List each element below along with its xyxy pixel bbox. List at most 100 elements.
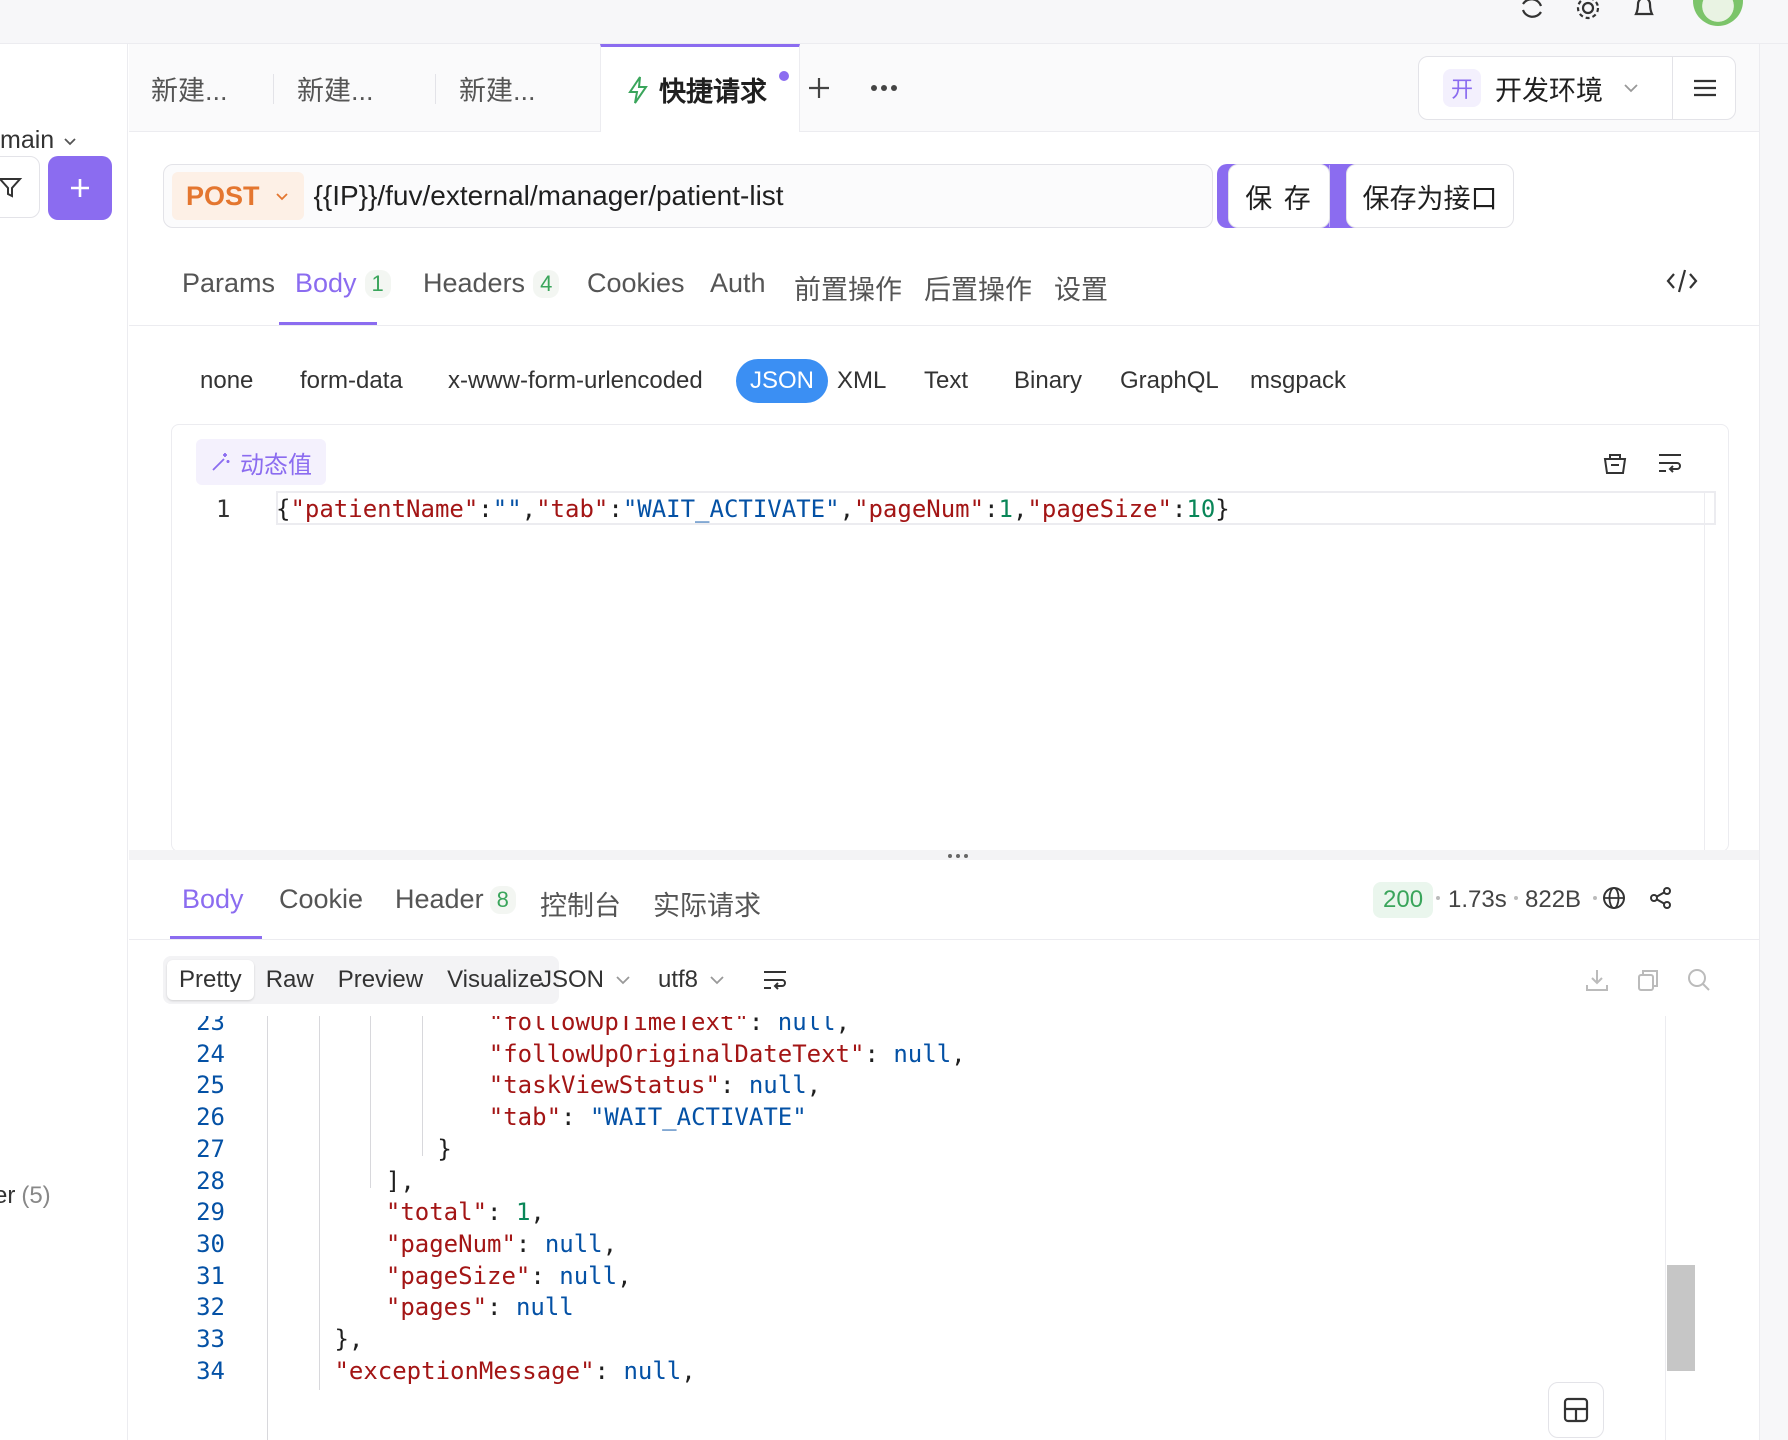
panel-splitter[interactable] <box>129 850 1759 860</box>
code-line: 29 "total": 1, <box>163 1198 1663 1234</box>
copy-button[interactable] <box>1635 956 1661 1004</box>
code-token: : <box>487 1293 516 1322</box>
encoding-select[interactable]: utf8 <box>658 956 726 1004</box>
filter-icon <box>0 178 23 198</box>
code-token: , <box>951 1039 966 1068</box>
tab-console[interactable]: 控制台 <box>540 884 621 923</box>
tab-cookies[interactable]: Cookies <box>587 268 685 299</box>
filter-button[interactable] <box>0 156 40 218</box>
avatar[interactable] <box>1693 0 1743 26</box>
json-body-code[interactable]: {"patientName":"","tab":"WAIT_ACTIVATE",… <box>276 495 1230 523</box>
tab-quick-request[interactable]: 快捷请求 <box>600 44 800 132</box>
tab-response-cookie[interactable]: Cookie <box>279 884 363 915</box>
save-button[interactable]: 保 存 <box>1228 164 1330 228</box>
tab-new-2[interactable]: 新建... <box>297 44 374 132</box>
body-type-urlencoded[interactable]: x-www-form-urlencoded <box>448 359 703 403</box>
code-token: null <box>559 1261 618 1290</box>
response-wrap-button[interactable] <box>761 956 789 1004</box>
code-snippet-button[interactable] <box>1665 266 1699 296</box>
method-select[interactable]: POST <box>172 172 304 220</box>
code-token: "WAIT_ACTIVATE" <box>622 495 840 523</box>
branch-selector[interactable]: main <box>0 126 78 155</box>
code-token: , <box>521 495 537 523</box>
sync-icon[interactable] <box>1512 0 1552 24</box>
tab-response-header[interactable]: Header 8 <box>395 884 516 915</box>
tab-label: Body <box>295 268 357 298</box>
code-token: } <box>1215 495 1230 523</box>
body-type-none[interactable]: none <box>200 359 253 403</box>
beautify-button[interactable] <box>1600 449 1630 482</box>
layout-toggle-button[interactable] <box>1548 1382 1604 1438</box>
code-token: "tab" <box>536 495 609 523</box>
code-token: : <box>748 1016 778 1036</box>
code-text: "followUpOriginalDateText": null, <box>489 1040 966 1068</box>
search-button[interactable] <box>1686 956 1712 1004</box>
body-type-binary[interactable]: Binary <box>1014 359 1082 403</box>
code-line: 25 "taskViewStatus": null, <box>163 1071 1663 1107</box>
network-info-button[interactable] <box>1600 884 1628 917</box>
separator-dot <box>1593 896 1597 900</box>
code-text: "exceptionMessage": null, <box>334 1357 695 1385</box>
tab-actual-request[interactable]: 实际请求 <box>653 884 761 923</box>
status-badge: 200 <box>1373 882 1434 918</box>
environment-selector[interactable]: 开 开发环境 <box>1418 56 1736 120</box>
tab-headers[interactable]: Headers 4 <box>423 268 560 299</box>
share-button[interactable] <box>1647 884 1675 917</box>
url-input[interactable]: {{IP}}/fuv/external/manager/patient-list <box>314 180 784 212</box>
view-preview[interactable]: Preview <box>326 960 435 1000</box>
code-token: null <box>623 1356 682 1385</box>
separator-dot <box>1514 896 1518 900</box>
body-type-msgpack[interactable]: msgpack <box>1250 359 1346 403</box>
body-type-graphql[interactable]: GraphQL <box>1120 359 1219 403</box>
tab-settings[interactable]: 设置 <box>1054 268 1108 307</box>
code-line: 34 "exceptionMessage": null, <box>163 1357 1663 1393</box>
add-button[interactable] <box>48 156 112 220</box>
main-panel: 新建... 新建... 新建... 快捷请求 开 开发环境 POST {{IP}… <box>129 44 1759 1440</box>
line-number: 24 <box>196 1039 225 1068</box>
folder-item[interactable]: er (5) <box>0 1182 51 1210</box>
wrap-button[interactable] <box>1656 451 1684 480</box>
body-type-json[interactable]: JSON <box>736 359 829 403</box>
line-number: 30 <box>196 1229 225 1258</box>
response-body-viewer[interactable]: 23 "followUpTimeText": null, 24 "followUpOr… <box>163 1016 1723 1440</box>
response-view-segment: Pretty Raw Preview Visualize <box>163 956 559 1004</box>
body-type-text[interactable]: Text <box>924 359 968 403</box>
line-number: 28 <box>196 1166 225 1195</box>
tab-pre-operations[interactable]: 前置操作 <box>794 268 902 307</box>
dynamic-value-button[interactable]: 动态值 <box>196 439 326 485</box>
body-type-xml[interactable]: XML <box>837 359 886 403</box>
tab-label: 前置操作 <box>794 275 902 305</box>
code-token: "patientName" <box>290 495 479 523</box>
code-token: "WAIT_ACTIVATE" <box>589 1103 807 1132</box>
response-scrollbar-thumb[interactable] <box>1667 1265 1695 1371</box>
code-token: "pageNum" <box>385 1229 516 1258</box>
tab-response-body[interactable]: Body <box>182 884 244 915</box>
tab-label: Headers <box>423 268 526 298</box>
view-raw[interactable]: Raw <box>254 960 326 1000</box>
env-menu-button[interactable] <box>1673 57 1737 119</box>
code-token: : <box>1171 495 1187 523</box>
tab-params[interactable]: Params <box>182 268 275 299</box>
body-type-form-data[interactable]: form-data <box>300 359 403 403</box>
request-body-editor[interactable]: 动态值 1 {"patientName":"","tab":"WAIT_ACTI… <box>171 424 1729 852</box>
code-token: "" <box>492 495 522 523</box>
view-visualize[interactable]: Visualize <box>435 960 555 1000</box>
tab-auth[interactable]: Auth <box>710 268 766 299</box>
tab-new-1[interactable]: 新建... <box>151 44 228 132</box>
format-select[interactable]: JSON <box>540 956 632 1004</box>
code-icon <box>1666 269 1698 293</box>
view-pretty[interactable]: Pretty <box>167 960 254 1000</box>
download-button[interactable] <box>1584 956 1610 1004</box>
new-tab-button[interactable] <box>805 44 833 132</box>
bell-icon[interactable] <box>1624 0 1664 24</box>
code-text: "followUpTimeText": null, <box>489 1016 850 1036</box>
more-tabs-button[interactable] <box>869 44 899 132</box>
tab-new-3[interactable]: 新建... <box>459 44 536 132</box>
tab-post-operations[interactable]: 后置操作 <box>924 268 1032 307</box>
code-token: null <box>748 1071 807 1100</box>
code-token: , <box>602 1229 618 1258</box>
settings-icon[interactable] <box>1568 0 1608 24</box>
tab-body[interactable]: Body 1 <box>295 268 391 299</box>
save-as-api-button[interactable]: 保存为接口 <box>1346 164 1514 228</box>
editor-scrollbar-track <box>1704 491 1705 851</box>
